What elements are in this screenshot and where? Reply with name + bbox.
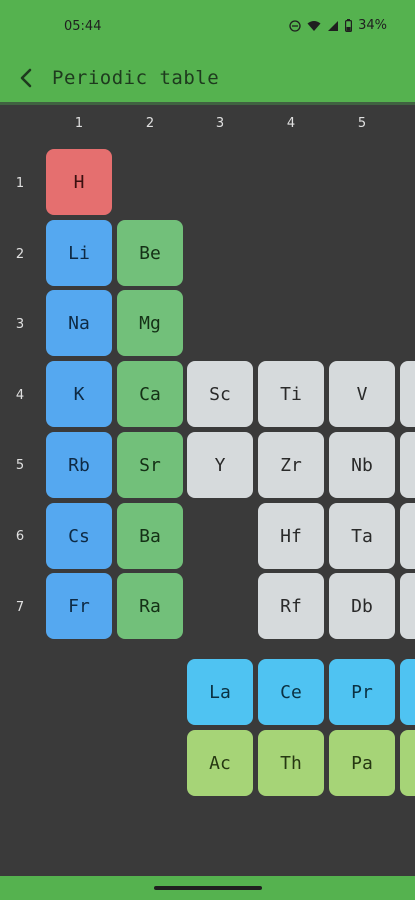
element-tile-ca[interactable]: Ca [117,361,183,427]
period-number: 6 [15,529,25,544]
element-tile-sc[interactable]: Sc [187,361,253,427]
element-tile-v[interactable]: V [329,361,395,427]
home-gesture-handle[interactable] [154,886,262,890]
navigation-bar [0,876,415,900]
status-bar: 05:44 34% [0,0,415,56]
dnd-icon [289,19,301,32]
element-tile-mg[interactable]: Mg [117,290,183,356]
app-bar-divider [0,102,415,105]
group-number: 2 [145,116,155,131]
element-tile-partial[interactable] [400,730,415,796]
element-tile-ce[interactable]: Ce [258,659,324,725]
element-tile-pa[interactable]: Pa [329,730,395,796]
element-tile-ac[interactable]: Ac [187,730,253,796]
element-tile-ta[interactable]: Ta [329,503,395,569]
element-tile-k[interactable]: K [46,361,112,427]
element-tile-db[interactable]: Db [329,573,395,639]
wifi-icon [307,20,321,32]
element-tile-ba[interactable]: Ba [117,503,183,569]
group-number: 1 [74,116,84,131]
status-time: 05:44 [64,19,102,34]
group-number: 5 [357,116,367,131]
element-tile-rb[interactable]: Rb [46,432,112,498]
element-tile-be[interactable]: Be [117,220,183,286]
element-tile-partial[interactable] [400,659,415,725]
element-tile-sr[interactable]: Sr [117,432,183,498]
period-number: 5 [15,458,25,473]
element-tile-th[interactable]: Th [258,730,324,796]
back-button[interactable] [14,65,40,91]
element-tile-partial[interactable] [400,361,415,427]
element-tile-hf[interactable]: Hf [258,503,324,569]
page-title: Periodic table [52,67,220,89]
battery-icon [345,19,353,32]
element-tile-h[interactable]: H [46,149,112,215]
element-tile-partial[interactable] [400,432,415,498]
element-tile-nb[interactable]: Nb [329,432,395,498]
element-tile-partial[interactable] [400,573,415,639]
element-tile-partial[interactable] [400,503,415,569]
element-tile-fr[interactable]: Fr [46,573,112,639]
period-number: 2 [15,247,25,262]
element-tile-zr[interactable]: Zr [258,432,324,498]
period-number: 1 [15,176,25,191]
app-bar: Periodic table [0,56,415,102]
chevron-left-icon [20,68,32,88]
period-number: 3 [15,317,25,332]
status-icons: 34% [289,18,387,33]
element-tile-y[interactable]: Y [187,432,253,498]
element-tile-rf[interactable]: Rf [258,573,324,639]
period-number: 7 [15,600,25,615]
element-tile-li[interactable]: Li [46,220,112,286]
element-tile-la[interactable]: La [187,659,253,725]
period-number: 4 [15,388,25,403]
group-number: 3 [215,116,225,131]
element-tile-pr[interactable]: Pr [329,659,395,725]
element-tile-na[interactable]: Na [46,290,112,356]
signal-icon [327,20,339,32]
element-tile-ti[interactable]: Ti [258,361,324,427]
group-number: 4 [286,116,296,131]
battery-percent: 34% [358,18,387,33]
element-tile-cs[interactable]: Cs [46,503,112,569]
element-tile-ra[interactable]: Ra [117,573,183,639]
